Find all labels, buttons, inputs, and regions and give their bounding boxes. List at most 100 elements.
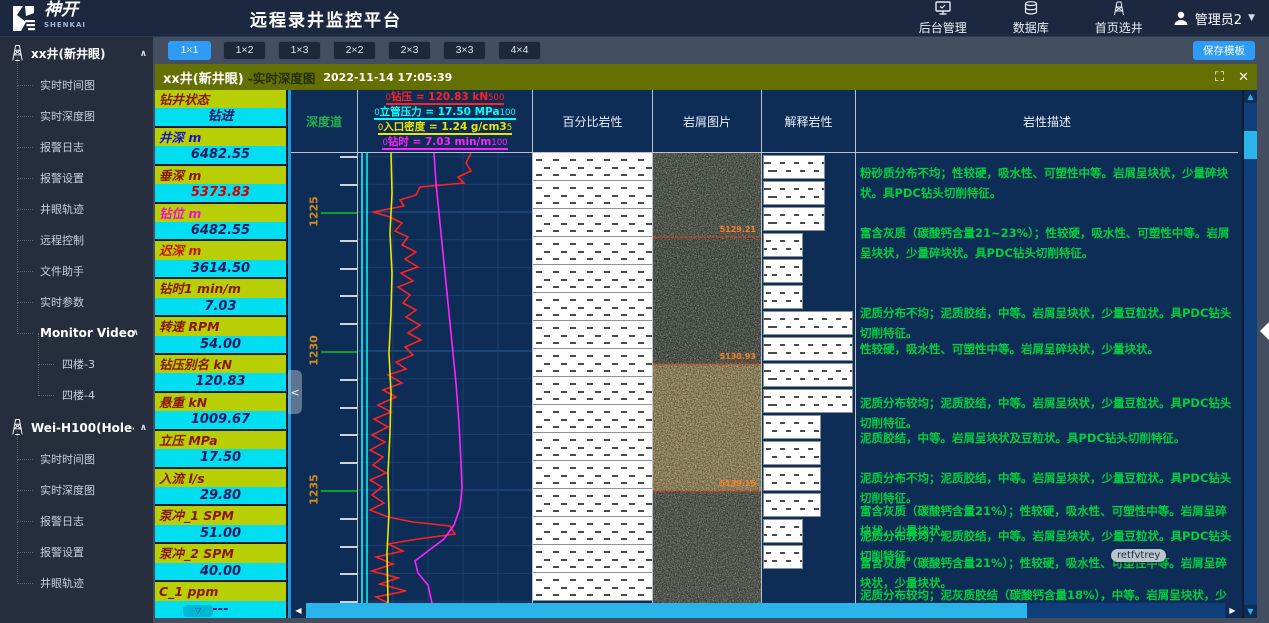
close-icon[interactable]: ✕ [1238,71,1249,84]
interpreted-lithology-cell [763,389,853,413]
horizontal-scroll-thumb[interactable] [306,603,1027,618]
nav-label: 后台管理 [919,19,967,36]
sidebar-item-实时时间图[interactable]: 实时时间图 [0,444,153,475]
grid-button-2×2[interactable]: 2×2 [333,41,376,60]
legend-name-value: 钻时 = 7.03 min/m [388,137,491,148]
param-label: 悬重 kN [155,393,286,411]
param-label: 泵冲_1 SPM [155,506,286,524]
lithology-description-track: 粉砂质分布不均；性较硬，吸水性、可塑性中等。岩屑呈块状，少量碎块状。具PDC钻头… [856,153,1238,603]
horizontal-scroll-track[interactable] [1027,603,1225,618]
scroll-left-button[interactable]: ◀ [291,603,306,618]
nav-label: 数据库 [1013,19,1049,36]
interpreted-lithology-track [762,153,856,603]
param-label: 入流 l/s [155,469,286,487]
grid-button-4×4[interactable]: 4×4 [498,41,541,60]
lithology-percent-cell [533,321,652,349]
legend-name-value: 钻压 = 120.83 kN [391,92,488,103]
user-icon [1173,10,1189,26]
sidebar: xx井(新井眼)∧实时时间图实时深度图报警日志报警设置井眼轨迹远程控制文件助手实… [0,37,153,623]
chart-collapse-handle[interactable]: < [288,370,302,414]
save-template-button[interactable]: 保存模板 [1193,41,1255,60]
fullscreen-icon[interactable]: ⛶ [1215,71,1224,84]
depth-tick-minor [340,379,357,381]
lithology-percent-cell [533,349,652,377]
chart-body: 1225123012355129.215130.935139.15粉砂质分布不均… [291,153,1240,603]
depth-tick-minor [340,407,357,409]
user-menu[interactable]: 管理员2 ▼ [1173,9,1269,28]
interpreted-lithology-cell [763,467,821,491]
top-nav: 后台管理 数据库 首页选井 [919,1,1173,36]
parameter-row: 泵冲_2 SPM40.00 [155,544,286,580]
sidebar-item-实时时间图[interactable]: 实时时间图 [0,70,153,101]
sidebar-item-四楼-4[interactable]: 四楼-4 [0,380,153,411]
chevron-up-icon: ∧ [140,423,147,433]
grid-button-1×3[interactable]: 1×3 [278,41,321,60]
well-node-xx井(新井眼)[interactable]: xx井(新井眼)∧ [0,37,153,70]
sidebar-collapse-handle[interactable] [1260,322,1269,340]
grid-layout-buttons: 1×1 1×2 1×3 2×2 2×3 3×3 4×4 [168,41,541,60]
depth-tick-minor [340,462,357,464]
vertical-scroll-thumb[interactable] [1244,131,1257,159]
sidebar-item-报警设置[interactable]: 报警设置 [0,537,153,568]
param-label: 立压 MPa [155,431,286,449]
lithology-percent-cell [533,265,652,293]
grid-button-1×2[interactable]: 1×2 [223,41,266,60]
lithology-description: 泥质胶结，中等。岩屑呈块状及豆粒状。具PDC钻头切削特征。 [860,428,1234,448]
nav-item-数据库[interactable]: 数据库 [1013,1,1049,36]
lithology-percent-cell [533,153,652,181]
chart-header: 深度道0钻压 = 120.83 kN5000立管压力 = 17.50 MPa10… [291,90,1240,153]
param-value: 54.00 [155,336,286,353]
grid-button-3×3[interactable]: 3×3 [443,41,486,60]
curve-legend: 0钻压 = 120.83 kN5000立管压力 = 17.50 MPa1000入… [358,90,533,153]
depth-track-header: 深度道 [291,90,358,153]
svg-text:5129.21: 5129.21 [720,225,757,234]
grid-button-1×1[interactable]: 1×1 [168,41,211,60]
param-value: 120.83 [155,373,286,390]
sidebar-item-报警日志[interactable]: 报警日志 [0,132,153,163]
param-value: 29.80 [155,487,286,504]
sidebar-item-远程控制[interactable]: 远程控制 [0,225,153,256]
scroll-right-button[interactable]: ▶ [1225,603,1240,618]
lithology-percent-cell [533,237,652,265]
depth-tick-minor [340,323,357,325]
parameter-row: 立压 MPa17.50 [155,431,286,467]
database-icon [1023,1,1039,18]
param-scroll-down-button[interactable]: ▽ [183,605,213,617]
horizontal-scrollbar[interactable]: ◀ ▶ [291,603,1240,618]
sidebar-item-实时深度图[interactable]: 实时深度图 [0,101,153,132]
sidebar-item-报警日志[interactable]: 报警日志 [0,506,153,537]
depth-tick-minor [340,156,357,158]
param-value: 17.50 [155,449,286,466]
param-label: 迟深 m [155,241,286,259]
interpreted-lithology-cell [763,285,803,309]
grid-button-2×3[interactable]: 2×3 [388,41,431,60]
sidebar-item-四楼-3[interactable]: 四楼-3 [0,349,153,380]
lithology-percent-cell [533,293,652,321]
vertical-scrollbar[interactable]: ▲ ▼ [1244,90,1257,618]
svg-text:5139.15: 5139.15 [720,479,757,488]
sidebar-item-报警设置[interactable]: 报警设置 [0,163,153,194]
parameter-row: 钻井状态钻进 [155,90,286,126]
lithology-description: 富含灰质（碳酸钙含量21~23%）；性较硬，吸水性、可塑性中等。岩屑呈块状，少量… [860,223,1234,263]
parameter-panel: 钻井状态钻进井深 m6482.55垂深 m5373.83钻位 m6482.55迟… [155,90,286,618]
parameter-row: 井深 m6482.55 [155,128,286,164]
user-name: 管理员2 [1195,9,1242,28]
lithology-percent-cell [533,433,652,461]
sidebar-item-实时深度图[interactable]: 实时深度图 [0,475,153,506]
nav-item-首页选井[interactable]: 首页选井 [1095,1,1143,36]
depth-label: 1235 [308,473,321,507]
sidebar-item-文件助手[interactable]: 文件助手 [0,256,153,287]
brand-subtitle: SHENKAI [44,18,86,33]
depth-log-panel: xx井(新井眼) -实时深度图 2022-11-14 17:05:39 ⛶ ✕ … [155,64,1257,618]
well-node-Wei-H100(Hole-1)[interactable]: Wei-H100(Hole-1)∧ [0,411,153,444]
vertical-scroll-track[interactable] [1244,159,1257,605]
sidebar-group-Monitor Video[interactable]: Monitor Video∧ [0,318,153,349]
scroll-down-button[interactable]: ▼ [1244,605,1257,618]
sidebar-item-井眼轨迹[interactable]: 井眼轨迹 [0,568,153,599]
scroll-up-button[interactable]: ▲ [1244,90,1257,103]
sidebar-item-实时参数[interactable]: 实时参数 [0,287,153,318]
nav-item-后台管理[interactable]: 后台管理 [919,1,967,36]
brand-name: 神开 SHENKAI [44,3,86,33]
sidebar-item-井眼轨迹[interactable]: 井眼轨迹 [0,194,153,225]
depth-tick-minor [340,434,357,436]
